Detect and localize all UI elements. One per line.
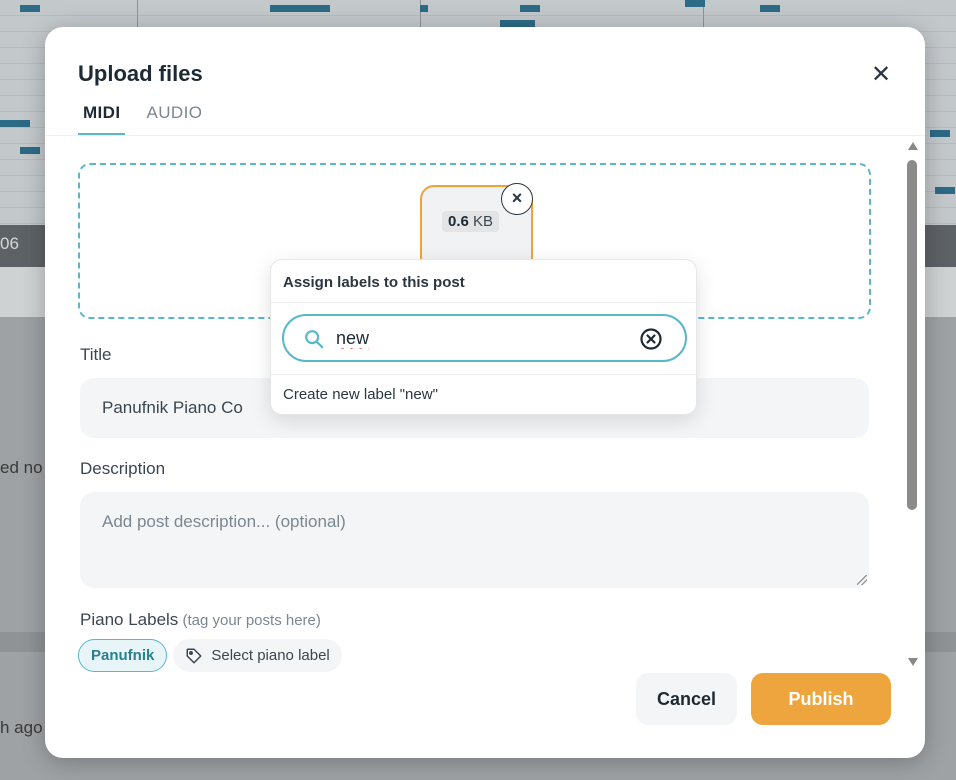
tab-audio[interactable]: AUDIO: [141, 101, 207, 135]
description-textarea[interactable]: [80, 492, 869, 588]
description-label: Description: [80, 459, 166, 478]
midi-note: [20, 5, 40, 12]
piano-labels-hint: (tag your posts here): [178, 612, 321, 629]
midi-note: [420, 5, 428, 12]
piano-labels-row: Panufnik Select piano label: [78, 639, 342, 672]
midi-note: [0, 120, 30, 127]
popover-title: Assign labels to this post: [283, 274, 465, 291]
label-chip-panufnik[interactable]: Panufnik: [78, 639, 168, 672]
cancel-button[interactable]: Cancel: [636, 673, 737, 725]
modal-scrollbar[interactable]: [905, 142, 919, 667]
tab-midi[interactable]: MIDI: [78, 101, 126, 135]
search-icon: [305, 330, 324, 349]
file-size-unit: KB: [468, 213, 494, 230]
title-label: Title: [80, 345, 112, 364]
file-size-value: 0.6: [448, 213, 469, 230]
close-icon[interactable]: ✕: [869, 63, 893, 87]
midi-note: [685, 0, 705, 7]
midi-note: [270, 5, 330, 12]
midi-note: [500, 20, 535, 27]
tabs-divider: [45, 135, 925, 136]
modal-title: Upload files: [78, 61, 203, 86]
popover-divider: [271, 302, 696, 303]
midi-note: [935, 187, 955, 194]
background-list-timestamp: h ago: [0, 718, 43, 737]
resize-grip-icon[interactable]: [857, 575, 867, 585]
label-search-input[interactable]: [336, 326, 616, 350]
background-list-text: ed no: [0, 458, 43, 477]
midi-note: [520, 5, 540, 12]
label-search-box[interactable]: [282, 314, 687, 362]
scrollbar-thumb[interactable]: [907, 160, 917, 510]
piano-labels-label: Piano Labels: [80, 610, 179, 629]
midi-note: [760, 5, 780, 12]
remove-file-close-icon[interactable]: ×: [501, 183, 533, 215]
upload-type-tabs: MIDI AUDIO: [78, 101, 207, 135]
select-piano-label-button[interactable]: Select piano label: [173, 639, 342, 672]
scroll-up-arrow-icon[interactable]: [908, 142, 918, 150]
piano-labels-heading: Piano Labels (tag your posts here): [80, 610, 321, 630]
midi-note: [20, 147, 40, 154]
clear-circle-icon[interactable]: [639, 327, 663, 351]
timeline-label: 06: [0, 234, 19, 253]
assign-labels-popover: Assign labels to this post Create new la…: [270, 259, 697, 415]
publish-button[interactable]: Publish: [751, 673, 891, 725]
file-size-badge: 0.6 KB: [442, 211, 500, 232]
midi-note: [930, 130, 950, 137]
popover-divider: [271, 374, 696, 375]
select-piano-label-text: Select piano label: [211, 647, 330, 664]
scroll-down-arrow-icon[interactable]: [908, 658, 918, 666]
tag-icon: [186, 648, 202, 663]
create-label-option[interactable]: Create new label "new": [283, 386, 438, 403]
